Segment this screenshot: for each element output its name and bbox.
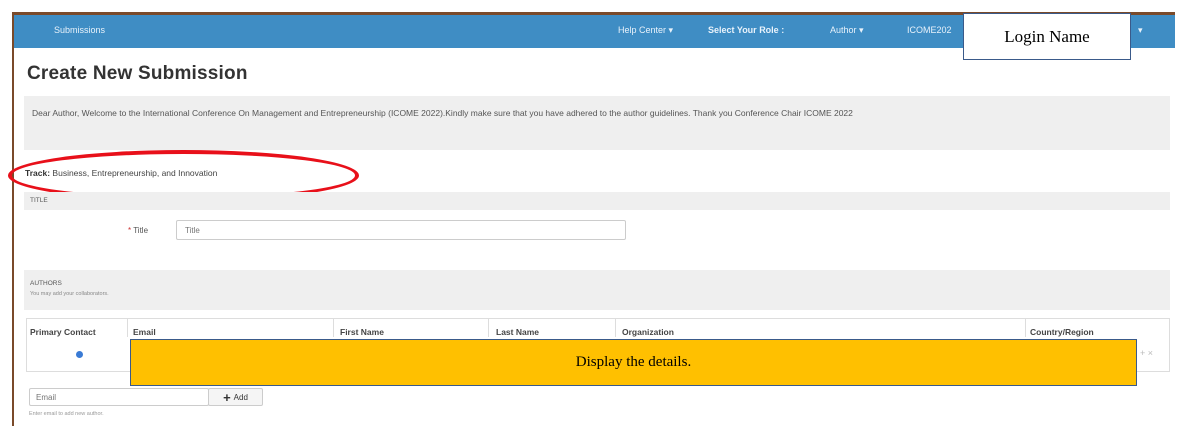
col-organization: Organization: [622, 327, 674, 337]
authors-section-header: AUTHORS You may add your collaborators.: [24, 270, 1170, 310]
col-country-region: Country/Region: [1030, 327, 1094, 337]
nav-select-role-label: Select Your Role :: [708, 25, 785, 35]
nav-help-center-label: Help Center: [618, 25, 667, 35]
column-divider: [1025, 319, 1026, 337]
title-section-header: TITLE: [24, 192, 1170, 210]
email-hint: Enter email to add new author.: [29, 411, 104, 417]
col-primary-contact: Primary Contact: [30, 327, 96, 337]
plus-icon: +: [223, 389, 231, 405]
row-action-icons[interactable]: + ×: [1140, 348, 1153, 358]
authors-hint: You may add your collaborators.: [30, 291, 109, 297]
display-details-callout: Display the details.: [130, 339, 1137, 386]
required-mark: *: [128, 226, 132, 235]
col-first-name: First Name: [340, 327, 384, 337]
nav-role-author[interactable]: Author ▾: [830, 25, 864, 36]
user-menu-chevron-icon[interactable]: ▾: [1138, 25, 1143, 36]
col-email: Email: [133, 327, 156, 337]
chevron-down-icon: ▾: [859, 25, 864, 35]
nav-user-menu[interactable]: ICOME202: [907, 25, 952, 35]
nav-help-center[interactable]: Help Center ▾: [618, 25, 673, 36]
login-name-callout: Login Name: [963, 13, 1131, 60]
welcome-message: Dear Author, Welcome to the Internationa…: [24, 96, 1170, 150]
column-divider: [127, 319, 128, 337]
add-author-button[interactable]: + Add: [208, 388, 263, 406]
title-field-label: * Title: [128, 226, 148, 235]
title-label-text: Title: [133, 226, 149, 235]
chevron-down-icon: ▾: [668, 25, 674, 35]
nav-submissions[interactable]: Submissions: [54, 25, 105, 35]
column-divider: [488, 319, 489, 337]
primary-contact-radio[interactable]: [76, 351, 83, 358]
column-divider: [333, 319, 334, 337]
authors-header-text: AUTHORS: [30, 280, 62, 287]
frame-border-left: [12, 12, 14, 426]
col-last-name: Last Name: [496, 327, 539, 337]
nav-role-author-label: Author: [830, 25, 857, 35]
add-author-email-input[interactable]: [29, 388, 209, 406]
page-title: Create New Submission: [27, 63, 248, 84]
column-divider: [615, 319, 616, 337]
title-input[interactable]: [176, 220, 626, 240]
add-button-label: Add: [233, 392, 248, 402]
